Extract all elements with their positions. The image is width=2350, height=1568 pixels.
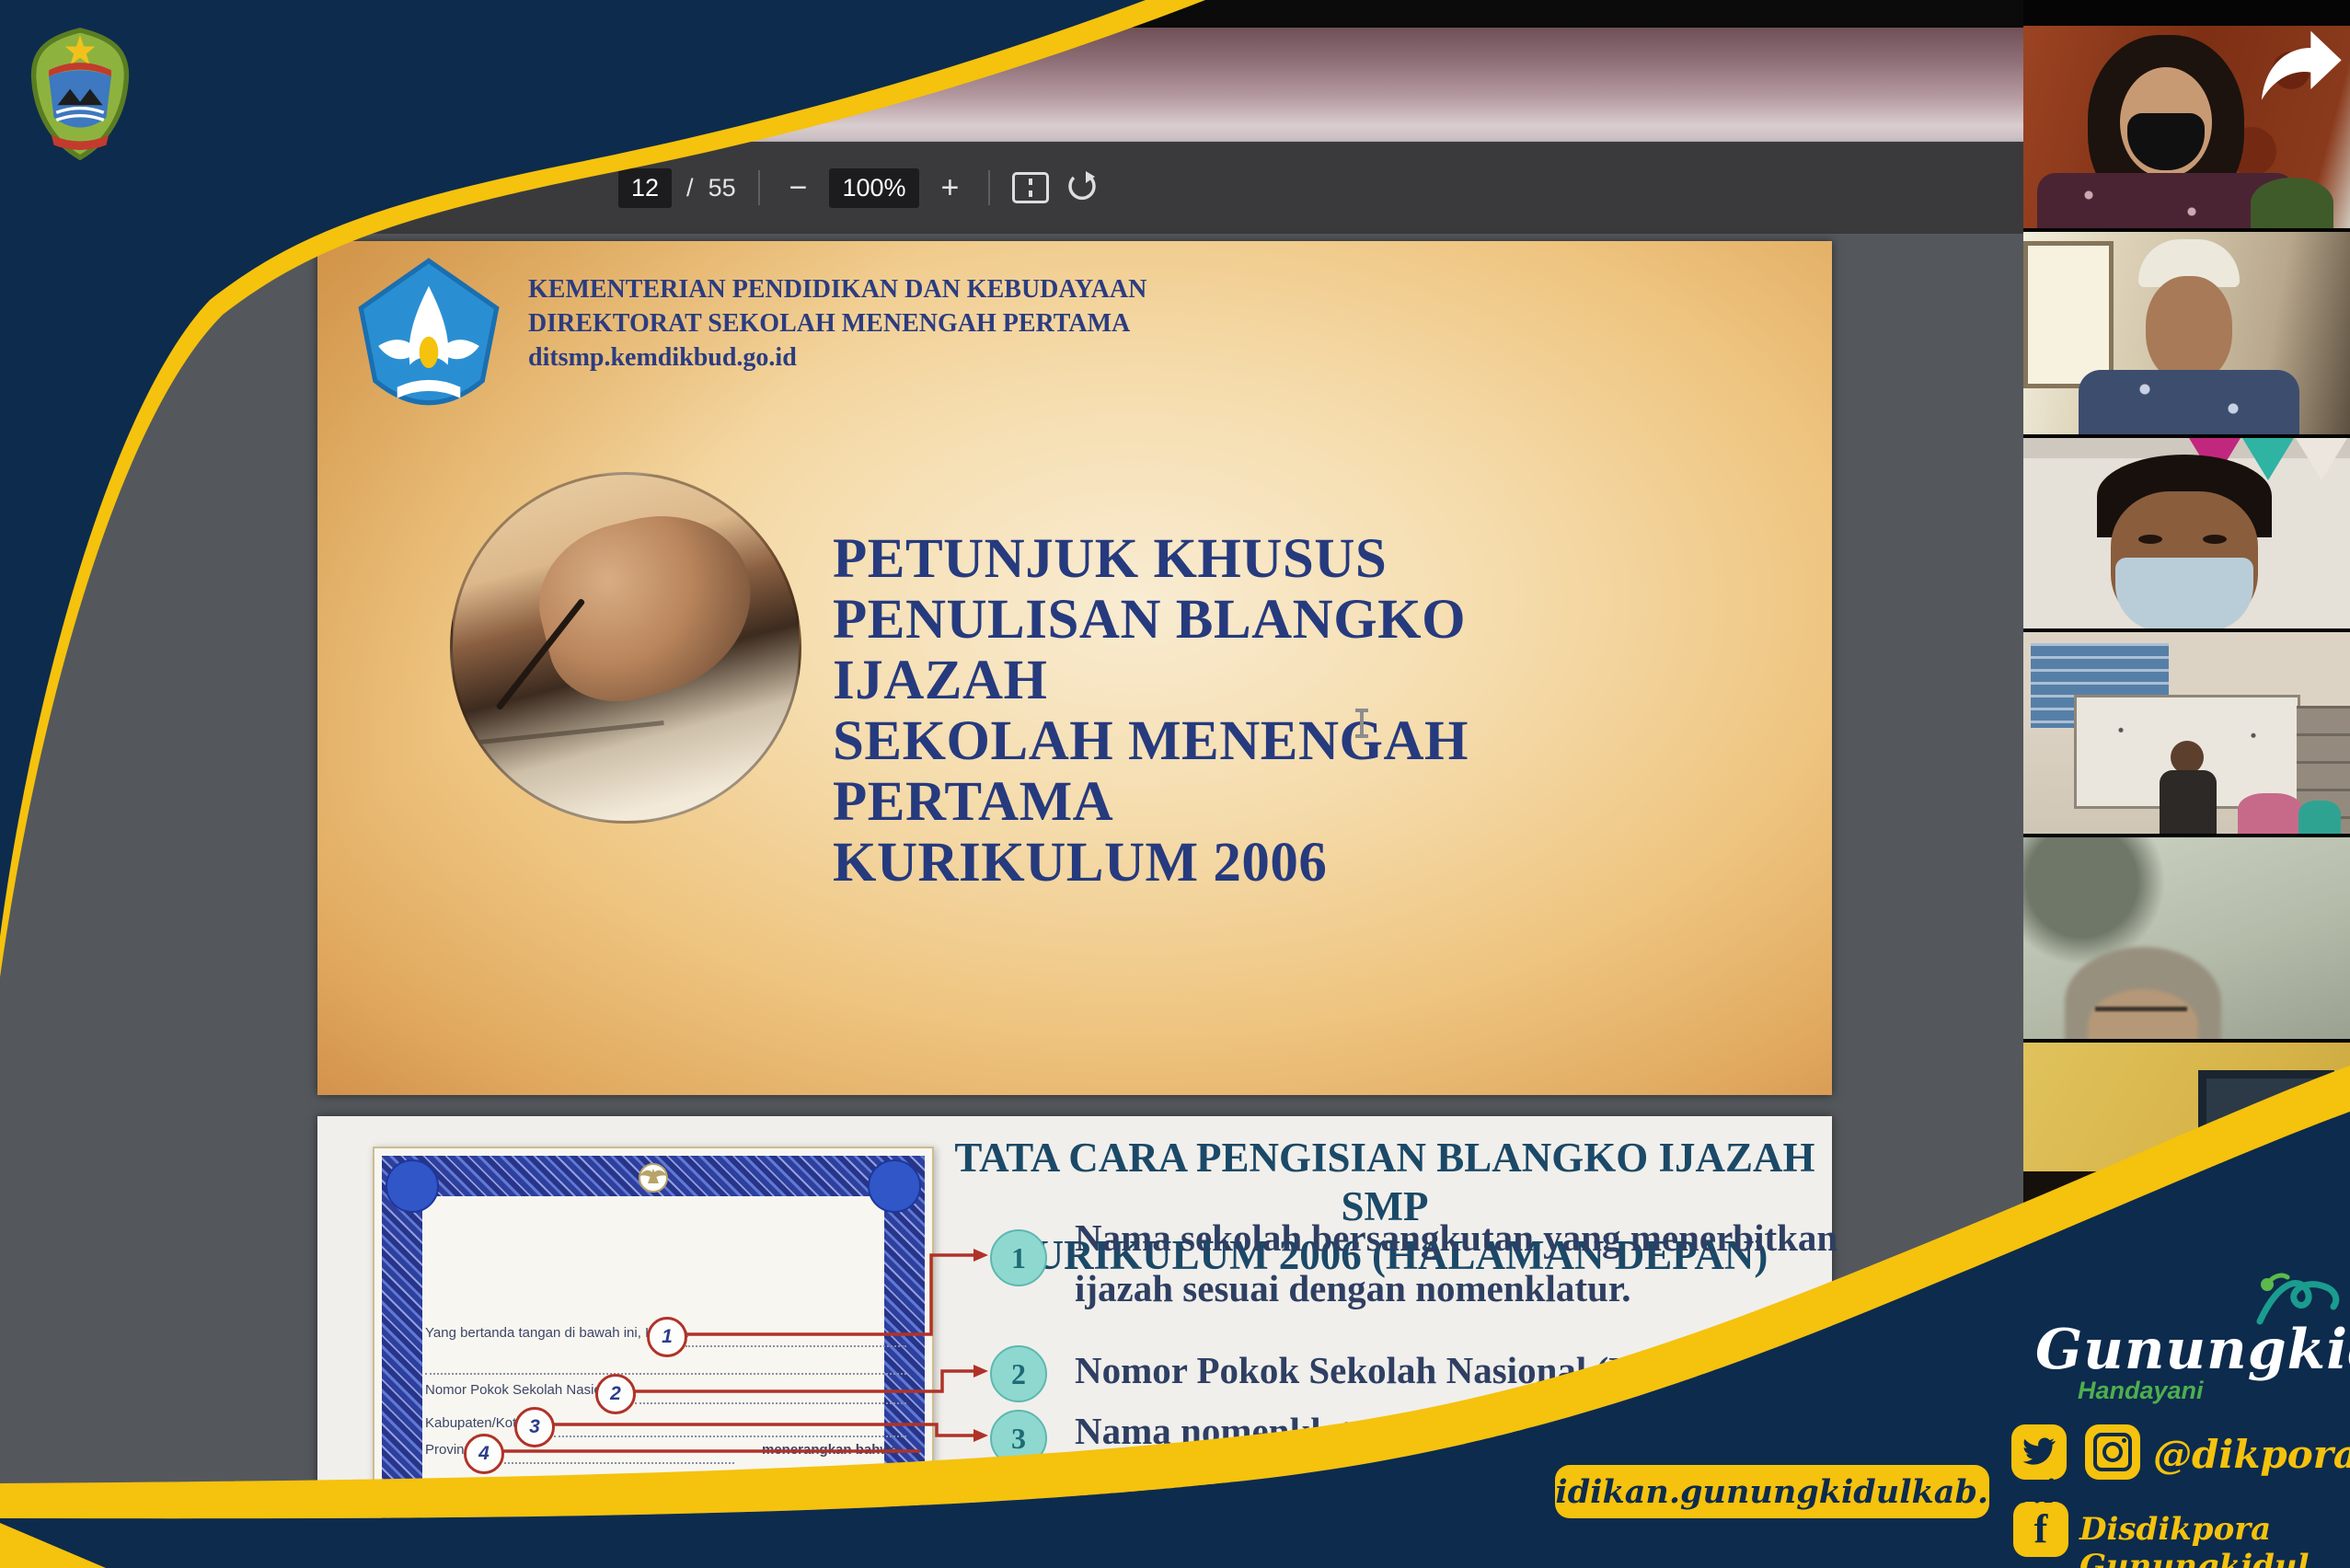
certificate-field-line [635,1402,906,1404]
slide-title-line: PETUNJUK KHUSUS [833,529,1606,590]
total-pages-label: 55 [708,174,736,202]
ministry-line: KEMENTERIAN PENDIDIKAN DAN KEBUDAYAAN [528,272,1356,306]
participant-tile-3[interactable] [2023,438,2350,628]
participant-tile-6[interactable] [2023,1043,2350,1244]
certificate-marker-2: 2 [595,1374,636,1414]
instagram-icon [2085,1424,2140,1480]
pdf-page-cover-slide: KEMENTERIAN PENDIDIKAN DAN KEBUDAYAAN DI… [317,241,1832,1095]
item-1-text: Nama sekolah bersangkutan yang menerbitk… [1075,1213,1866,1314]
video-call-window: 12 / 55 − 100% + KEMENTERIAN PENDID [0,0,2350,1568]
zoom-level-input[interactable]: 100% [829,168,918,208]
zoom-in-button[interactable]: + [934,170,967,206]
garuda-emblem [629,1159,677,1196]
shared-window-titlebar [515,0,2023,28]
text-cursor [1360,709,1364,738]
ministry-line: DIREKTORAT SEKOLAH MENENGAH PERTAMA [528,306,1356,340]
website-banner: pendidikan.gunungkidulkab.go.id [1555,1465,1989,1518]
share-forward-icon[interactable] [2252,24,2344,109]
participant-tile-4[interactable] [2023,632,2350,834]
twitter-icon [2011,1424,2067,1480]
item-3-number-badge: 3 [990,1410,1047,1467]
slide-title: PETUNJUK KHUSUS PENULISAN BLANGKO IJAZAH… [833,529,1606,894]
zoom-out-button[interactable]: − [782,170,815,206]
page-number-input[interactable]: 12 [618,168,672,208]
agency-region: KABUPATEN GUNUNGKIDUL [154,107,608,143]
toolbar-divider [758,170,760,205]
tut-wuri-handayani-logo [350,258,508,423]
shared-window-header-band [515,28,2023,142]
certificate-marker-4: 4 [464,1434,504,1474]
fit-to-page-icon[interactable] [1012,172,1049,203]
facebook-page-name: Disdikpora Gunungkidul [2079,1511,2350,1568]
item-2-text: Nomor Pokok Sekolah Nasional (NPSN) [1075,1345,1866,1396]
participant-tile-5[interactable] [2023,837,2350,1039]
slide-ministry-block: KEMENTERIAN PENDIDIKAN DAN KEBUDAYAAN DI… [528,272,1356,375]
certificate-field-line [685,1345,906,1347]
slide-title-line: PENULISAN BLANGKO IJAZAH [833,590,1606,711]
item-1-number-badge: 1 [990,1229,1047,1286]
rotate-icon[interactable] [1064,169,1100,206]
certificate-field-label: Kabupaten/Kota [425,1415,524,1431]
hand-writing-photo [450,472,801,824]
ijazah-certificate-graphic: KEMENTERIAN PENDIDIKAN DAN KEBUDAYAAN RE… [373,1147,934,1568]
certificate-note: menerangkan bahwa [762,1442,898,1458]
certificate-field-line [425,1373,906,1375]
item-2-number-badge: 2 [990,1345,1047,1402]
certificate-corner-ornament [386,1159,439,1213]
agency-name: DINAS DIKPORA [154,44,546,98]
certificate-corner-ornament [868,1159,921,1213]
gunungkidul-logo-text: Gunungkidul [2035,1318,2350,1382]
item-3-text: Nama nomenklatur kabupaten/kota*) ( [1075,1406,1866,1457]
page-divider: / [686,174,694,202]
slide-title-line: KURIKULUM 2006 [833,833,1606,894]
participant-tile-2[interactable] [2023,232,2350,434]
pdf-toolbar: 12 / 55 − 100% + [0,142,2023,234]
ministry-line: ditsmp.kemdikbud.go.id [528,340,1356,375]
toolbar-divider [988,170,990,205]
certificate-field-line [554,1435,906,1437]
slide-title-line: SEKOLAH MENENGAH PERTAMA [833,711,1606,833]
handayani-tagline: Handayani [2078,1377,2204,1405]
certificate-marker-3: 3 [514,1407,555,1447]
certificate-marker-1: 1 [647,1317,687,1357]
certificate-field-line [504,1462,734,1464]
gunungkidul-regency-seal [24,20,136,167]
instagram-handle: @dikpora_gk [2153,1432,2350,1477]
